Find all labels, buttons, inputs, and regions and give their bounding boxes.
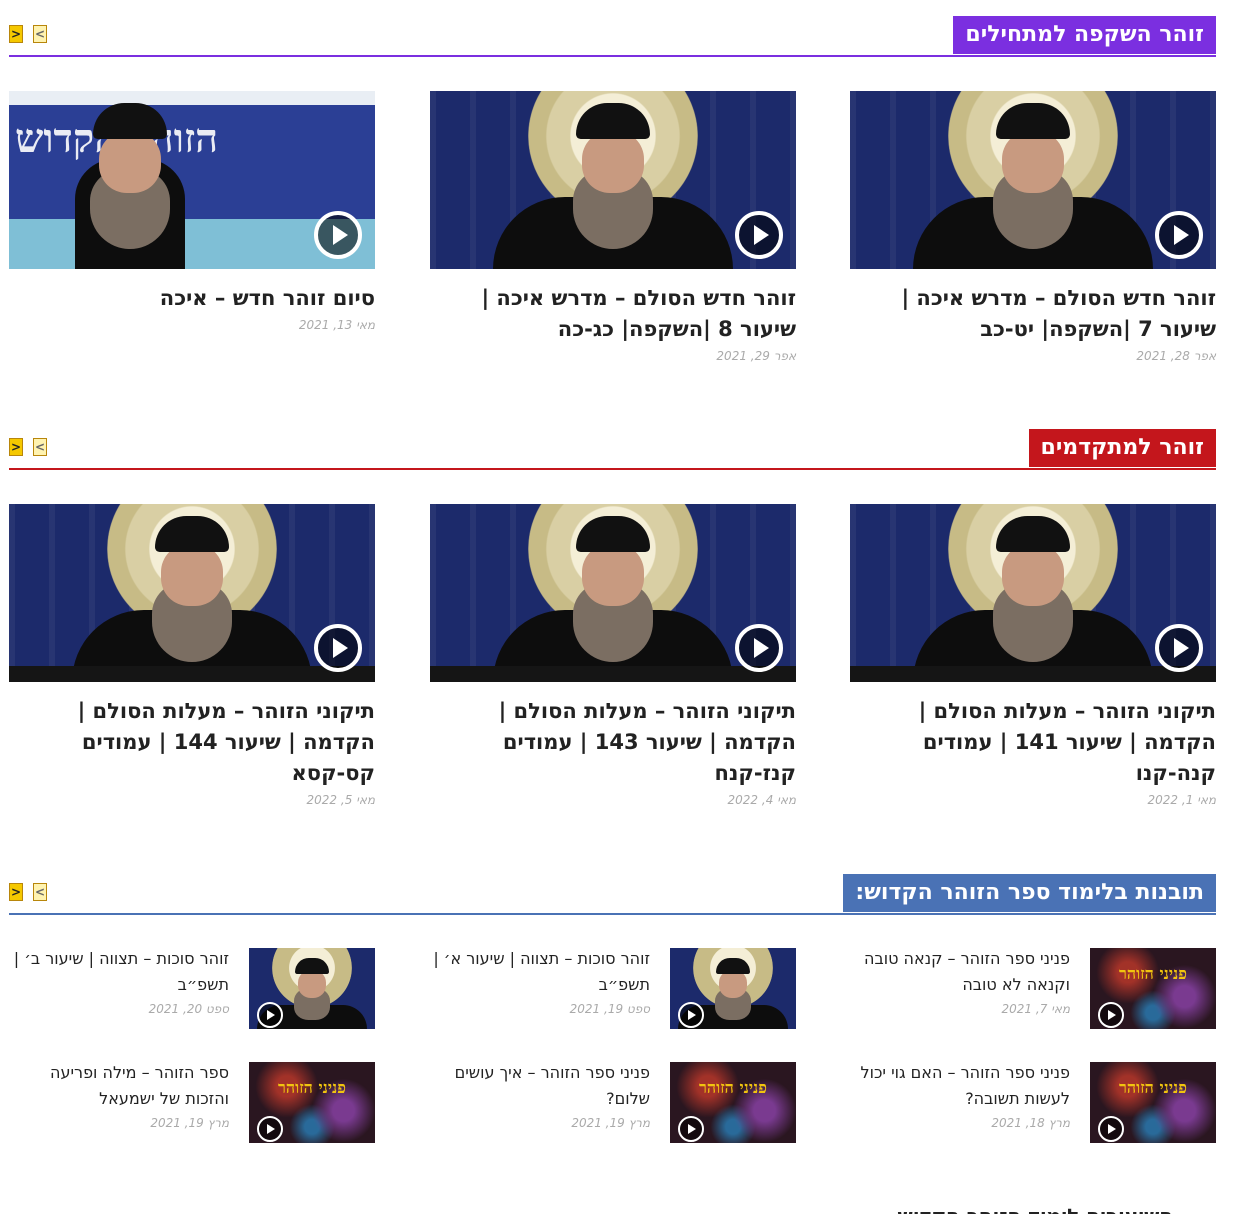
small-video-item[interactable]: זוהר סוכות – תצווה | שיעור א׳ | תשפ״ב ספ…	[430, 948, 796, 1030]
video-date: ספט 19, 2021	[569, 1002, 650, 1016]
video-date: מרץ 19, 2021	[571, 1116, 650, 1130]
video-title[interactable]: פניני ספר הזוהר – האם גוי יכול לעשות תשו…	[850, 1060, 1070, 1112]
video-date: מאי 1, 2022	[1147, 793, 1217, 807]
play-icon[interactable]	[257, 1002, 283, 1028]
carousel-arrows: > <	[9, 438, 47, 456]
section-header: זוהר למתקדמים > <	[9, 429, 1216, 470]
video-grid: זוהר חדש הסולם – מדרש איכה | שיעור 7 |הש…	[9, 91, 1216, 391]
video-title[interactable]: זוהר סוכות – תצווה | שיעור ב׳ | תשפ״ב	[9, 946, 229, 998]
play-icon[interactable]	[1098, 1002, 1124, 1028]
video-date: מאי 4, 2022	[727, 793, 797, 807]
video-title[interactable]: זוהר סוכות – תצווה | שיעור א׳ | תשפ״ב	[430, 946, 650, 998]
play-icon[interactable]	[1155, 624, 1203, 672]
chevron-left-icon[interactable]: <	[33, 438, 47, 456]
play-icon[interactable]	[1098, 1116, 1124, 1142]
section-header: זוהר השקפה למתחילים > <	[9, 16, 1216, 57]
video-thumbnail[interactable]	[430, 504, 796, 682]
play-icon[interactable]	[314, 211, 362, 259]
play-icon[interactable]	[678, 1116, 704, 1142]
play-icon[interactable]	[314, 624, 362, 672]
video-thumbnail[interactable]	[850, 91, 1216, 269]
video-title[interactable]: תיקוני הזוהר – מעלות הסולם | הקדמה | שיע…	[9, 696, 375, 789]
chevron-right-icon[interactable]: >	[9, 438, 23, 456]
video-date: מרץ 18, 2021	[991, 1116, 1070, 1130]
video-date: אפר 28, 2021	[1136, 349, 1216, 363]
video-date: מאי 7, 2021	[1001, 1002, 1071, 1016]
video-title[interactable]: תיקוני הזוהר – מעלות הסולם | הקדמה | שיע…	[850, 696, 1216, 789]
section-title[interactable]: זוהר למתקדמים	[1028, 429, 1216, 467]
chevron-left-icon[interactable]: <	[33, 25, 47, 43]
video-title[interactable]: ספר הזוהר – מילה ופריעה והזכות של ישמעאל	[9, 1060, 229, 1112]
chevron-right-icon[interactable]: >	[9, 25, 23, 43]
video-thumbnail[interactable]	[430, 91, 796, 269]
video-date: מרץ 19, 2021	[150, 1116, 229, 1130]
small-video-grid: פניני הזוהר פניני ספר הזוהר – קנאה טובה …	[9, 843, 1216, 1163]
section-title[interactable]: זוהר השקפה למתחילים	[953, 16, 1216, 54]
small-video-item[interactable]: פניני הזוהר פניני ספר הזוהר – קנאה טובה …	[850, 948, 1216, 1030]
section-divider	[9, 468, 1216, 470]
video-date: מאי 5, 2022	[306, 793, 376, 807]
play-icon[interactable]	[257, 1116, 283, 1142]
play-icon[interactable]	[735, 211, 783, 259]
play-icon[interactable]	[1155, 211, 1203, 259]
video-title[interactable]: סיום זוהר חדש – איכה	[9, 283, 375, 314]
play-icon[interactable]	[735, 624, 783, 672]
next-section-heading: השיעורים לימוד הזוהר הקדוש	[898, 1204, 1173, 1214]
video-date: אפר 29, 2021	[716, 349, 796, 363]
small-video-item[interactable]: פניני הזוהר ספר הזוהר – מילה ופריעה והזכ…	[9, 1062, 375, 1144]
video-card[interactable]: זוהר חדש הסולם – מדרש איכה | שיעור 8 |הש…	[430, 91, 796, 363]
section-divider	[9, 55, 1216, 57]
thumbnail-brand-text: פניני הזוהר	[278, 1078, 346, 1097]
video-title[interactable]: תיקוני הזוהר – מעלות הסולם | הקדמה | שיע…	[430, 696, 796, 789]
video-thumbnail[interactable]	[9, 504, 375, 682]
video-title[interactable]: זוהר חדש הסולם – מדרש איכה | שיעור 8 |הש…	[430, 283, 796, 345]
carousel-arrows: > <	[9, 25, 47, 43]
small-video-item[interactable]: פניני הזוהר פניני ספר הזוהר – האם גוי יכ…	[850, 1062, 1216, 1144]
video-card[interactable]: הזוהר הקדוש סיום זוהר חדש – איכה מאי 13,…	[9, 91, 375, 332]
video-card[interactable]: זוהר חדש הסולם – מדרש איכה | שיעור 7 |הש…	[850, 91, 1216, 363]
play-icon[interactable]	[678, 1002, 704, 1028]
video-card[interactable]: תיקוני הזוהר – מעלות הסולם | הקדמה | שיע…	[850, 504, 1216, 807]
video-title[interactable]: פניני ספר הזוהר – קנאה טובה וקנאה לא טוב…	[850, 946, 1070, 998]
thumbnail-brand-text: פניני הזוהר	[699, 1078, 767, 1097]
video-title[interactable]: פניני ספר הזוהר – איך עושים שלום?	[430, 1060, 650, 1112]
video-thumbnail[interactable]: הזוהר הקדוש	[9, 91, 375, 269]
video-card[interactable]: תיקוני הזוהר – מעלות הסולם | הקדמה | שיע…	[9, 504, 375, 807]
video-grid: תיקוני הזוהר – מעלות הסולם | הקדמה | שיע…	[9, 504, 1216, 807]
thumbnail-brand-text: פניני הזוהר	[1119, 964, 1187, 983]
video-thumbnail[interactable]	[850, 504, 1216, 682]
thumbnail-brand-text: פניני הזוהר	[1119, 1078, 1187, 1097]
video-date: מאי 13, 2021	[298, 318, 375, 332]
video-date: ספט 20, 2021	[148, 1002, 229, 1016]
small-video-item[interactable]: פניני הזוהר פניני ספר הזוהר – איך עושים …	[430, 1062, 796, 1144]
small-video-item[interactable]: זוהר סוכות – תצווה | שיעור ב׳ | תשפ״ב ספ…	[9, 948, 375, 1030]
video-card[interactable]: תיקוני הזוהר – מעלות הסולם | הקדמה | שיע…	[430, 504, 796, 807]
section-zohar-beginners: זוהר השקפה למתחילים > < זוהר חדש הסולם –…	[9, 16, 1216, 363]
section-zohar-advanced: זוהר למתקדמים > < תיקוני הזוהר – מעלות ה…	[9, 429, 1216, 807]
video-title[interactable]: זוהר חדש הסולם – מדרש איכה | שיעור 7 |הש…	[850, 283, 1216, 345]
